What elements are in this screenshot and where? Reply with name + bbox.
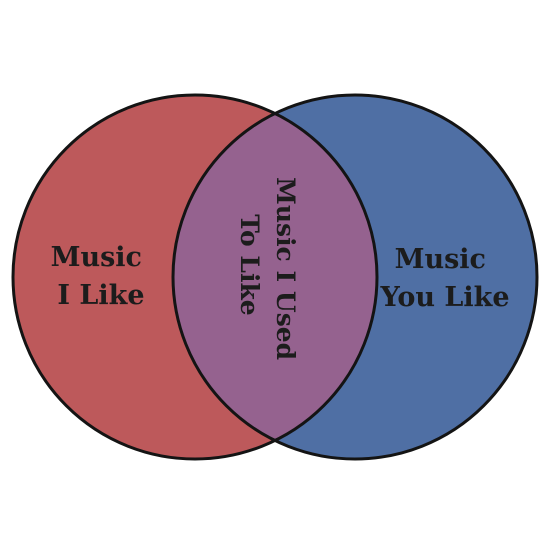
left-set-label-line-2: I Like <box>57 280 144 311</box>
intersection-label-line-1: Music I Used <box>271 177 300 360</box>
right-set-label-line-2: You Like <box>379 282 509 313</box>
intersection-label-line-2: To Like <box>235 214 264 315</box>
left-set-label-line-1: Music <box>51 242 142 273</box>
venn-diagram: Music I Like Music You Like Music I Used… <box>11 93 539 461</box>
right-set-label-line-1: Music <box>395 244 486 275</box>
